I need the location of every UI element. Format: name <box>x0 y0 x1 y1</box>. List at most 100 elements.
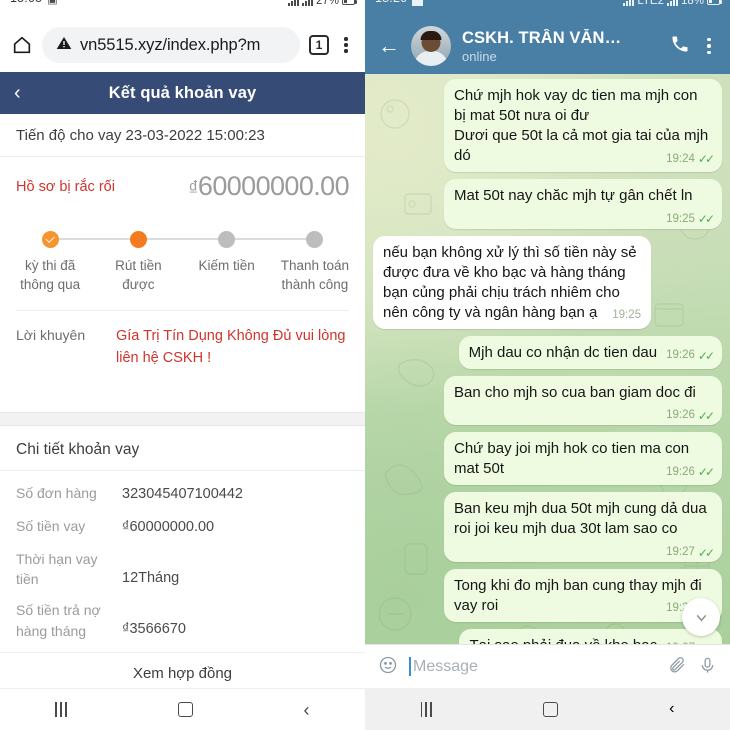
message-bubble-out[interactable]: Tại sao phải đua về kho bac 19:27✓✓ <box>459 628 722 644</box>
loan-status-row: Hồ sơ bị rắc rối ₫60000000.00 <box>0 157 365 214</box>
message-text: Mjh dau co nhận dc tien dau <box>468 343 658 361</box>
microphone-icon[interactable] <box>698 656 717 678</box>
smiley-icon[interactable] <box>378 655 398 679</box>
message-meta: 19:26 ✓✓ <box>666 464 715 480</box>
stepper-dot-pending <box>306 230 324 248</box>
message-row: Tong khi đo mjh ban cung thay mjh đi vay… <box>373 568 722 622</box>
presence-status: online <box>462 48 497 64</box>
signal-bars-2-icon <box>301 0 313 6</box>
back-chevron-icon[interactable]: ‹ <box>304 701 310 719</box>
message-bubble-out[interactable]: Mat 50t nay chăc mjh tự gân chết ln 19:25… <box>444 179 722 229</box>
status-left-group: 15:05 ▣ <box>10 0 58 6</box>
message-row: Ban keu mjh dua 50t mjh cung dả dua roi … <box>373 492 722 562</box>
chat-header: ← CSKH. TRẦN VĂN… online <box>365 18 730 74</box>
paperclip-icon[interactable] <box>668 656 687 678</box>
detail-value: 323045407100442 <box>122 485 243 502</box>
back-arrow-icon[interactable]: ← <box>378 35 400 57</box>
message-text: Mat 50t nay chăc mjh tự gân chết ln <box>454 187 693 205</box>
home-square-icon[interactable] <box>543 701 559 717</box>
loan-details-title: Chi tiết khoản vay <box>0 426 365 471</box>
detail-label: Số tiền trả nợ hàng tháng <box>16 602 101 639</box>
message-meta: 19:26 ✓✓ <box>666 348 715 364</box>
right-phone-panel: 18:20 ▣ LTE2 18% ← CSKH. TRẦN VĂN… onlin… <box>365 0 730 730</box>
view-contract-link[interactable]: Xem hợp đồng <box>0 651 365 688</box>
message-bubble-out[interactable]: Tong khi đo mjh ban cung thay mjh đi vay… <box>444 568 722 622</box>
stepper-dot-done <box>41 230 59 248</box>
status-badge: Hồ sơ bị rắc rối <box>16 178 115 195</box>
message-meta: 19:27✓✓ <box>666 641 715 644</box>
message-bubble-out[interactable]: Chứ mjh hok vay dc tien ma mjh con bị ma… <box>444 79 722 173</box>
detail-value: 12Tháng <box>122 569 180 586</box>
signal-bars-icon <box>287 0 299 6</box>
tab-count-button[interactable]: 1 <box>309 35 329 55</box>
status-time: 18:20 <box>375 0 407 5</box>
app-header: ‹ Kết quả khoản vay <box>0 72 365 114</box>
battery-icon <box>342 0 357 5</box>
stepper-label: kỳ thi đã thông qua <box>20 258 81 292</box>
loan-stepper: kỳ thi đã thông qua Rút tiền được Kiếm tiề… <box>0 214 365 298</box>
chat-message-area[interactable]: Chứ mjh hok vay dc tien ma mjh con bị ma… <box>365 74 730 644</box>
chat-title-group[interactable]: CSKH. TRẦN VĂN… online <box>462 29 659 64</box>
back-arrow-icon[interactable]: ‹ <box>14 83 21 103</box>
message-row: Chứ mjh hok vay dc tien ma mjh con bị ma… <box>373 79 722 173</box>
chevron-down-icon[interactable] <box>682 598 720 636</box>
message-row: Tại sao phải đua về kho bac 19:27✓✓ <box>373 628 722 644</box>
message-timestamp: 19:24 <box>666 152 695 165</box>
message-meta: 19:25 <box>612 308 641 323</box>
message-timestamp: 19:26 <box>666 409 695 422</box>
message-timestamp: 19:25 <box>612 308 641 321</box>
message-timestamp: 19:25 <box>666 212 695 225</box>
message-timestamp: 19:26 <box>666 465 695 478</box>
detail-row: Thời hạn vay tiền 12Tháng <box>16 549 349 590</box>
message-meta: 19:25 ✓✓ <box>666 211 715 227</box>
message-bubble-out[interactable]: Mjh dau co nhận dc tien dau 19:26 ✓✓ <box>458 335 722 370</box>
status-left-group: 18:20 ▣ <box>375 0 423 6</box>
message-bubble-out[interactable]: Ban keu mjh dua 50t mjh cung dả dua roi … <box>444 492 722 562</box>
home-square-icon[interactable] <box>177 702 193 717</box>
message-bubble-out[interactable]: Ban cho mjh so cua ban giam doc đi 19:26 ✓… <box>444 376 722 426</box>
camera-icon: ▣ <box>47 0 58 6</box>
stepper-dot-pending <box>218 230 236 248</box>
phone-icon[interactable] <box>670 34 690 59</box>
message-list: Chứ mjh hok vay dc tien ma mjh con bị ma… <box>373 79 722 644</box>
message-composer: Message <box>365 644 730 688</box>
left-system-nav: ‹ <box>0 688 365 730</box>
address-bar[interactable]: vn5515.xyz/index.php?m <box>42 27 300 63</box>
detail-value: ₫60000000.00 <box>122 518 215 535</box>
message-text: Ban keu mjh dua 50t mjh cung dả dua roi … <box>454 500 707 538</box>
recents-icon[interactable] <box>55 702 67 717</box>
avatar[interactable] <box>411 26 451 66</box>
message-row: Ban cho mjh so cua ban giam doc đi 19:26 ✓… <box>373 376 722 426</box>
message-text: nếu bạn không xử lý thì số tiền này sẻ đ… <box>383 243 637 321</box>
home-icon[interactable] <box>11 34 33 56</box>
back-chevron-icon[interactable]: ‹ <box>669 700 674 718</box>
stepper-step-3: Kiếm tiền <box>183 228 315 276</box>
detail-row: Số tiền trả nợ hàng tháng ₫3566670 <box>16 600 349 641</box>
message-input[interactable]: Message <box>409 657 657 676</box>
message-timestamp: 19:27 <box>666 545 695 558</box>
message-bubble-in[interactable]: nếu bạn không xử lý thì số tiền này sẻ đ… <box>373 235 651 329</box>
left-phone-panel: 15:05 ▣ 27% vn5515.xyz/index.php?m <box>0 0 365 730</box>
dual-phone-screenshot: 15:05 ▣ 27% vn5515.xyz/index.php?m <box>0 0 730 730</box>
stepper-dot-active <box>129 230 147 248</box>
kebab-menu-icon[interactable] <box>338 37 354 53</box>
message-timestamp: 19:27 <box>666 641 695 644</box>
stepper-connector <box>138 238 227 240</box>
message-text: Ban cho mjh so cua ban giam doc đi <box>454 384 696 402</box>
loan-amount: ₫60000000.00 <box>188 171 349 202</box>
text-cursor <box>409 657 411 676</box>
camera-icon: ▣ <box>412 0 423 6</box>
warning-triangle-icon <box>56 35 72 56</box>
recents-icon[interactable] <box>420 701 432 717</box>
read-receipt-icon: ✓✓ <box>697 348 715 363</box>
read-receipt-icon: ✓✓ <box>698 641 715 644</box>
read-receipt-icon: ✓✓ <box>697 152 715 167</box>
right-status-bar: 18:20 ▣ LTE2 18% <box>365 0 730 18</box>
contact-name: CSKH. TRẦN VĂN… <box>462 28 622 47</box>
message-bubble-out[interactable]: Chứ bay joi mjh hok co tien ma con mat 5… <box>444 432 722 486</box>
kebab-menu-icon[interactable] <box>701 37 717 55</box>
message-row: Mat 50t nay chăc mjh tự gân chết ln 19:25… <box>373 179 722 229</box>
left-status-bar: 15:05 ▣ 27% <box>0 0 365 18</box>
battery-icon <box>707 0 722 5</box>
right-system-nav: ‹ <box>365 688 730 730</box>
